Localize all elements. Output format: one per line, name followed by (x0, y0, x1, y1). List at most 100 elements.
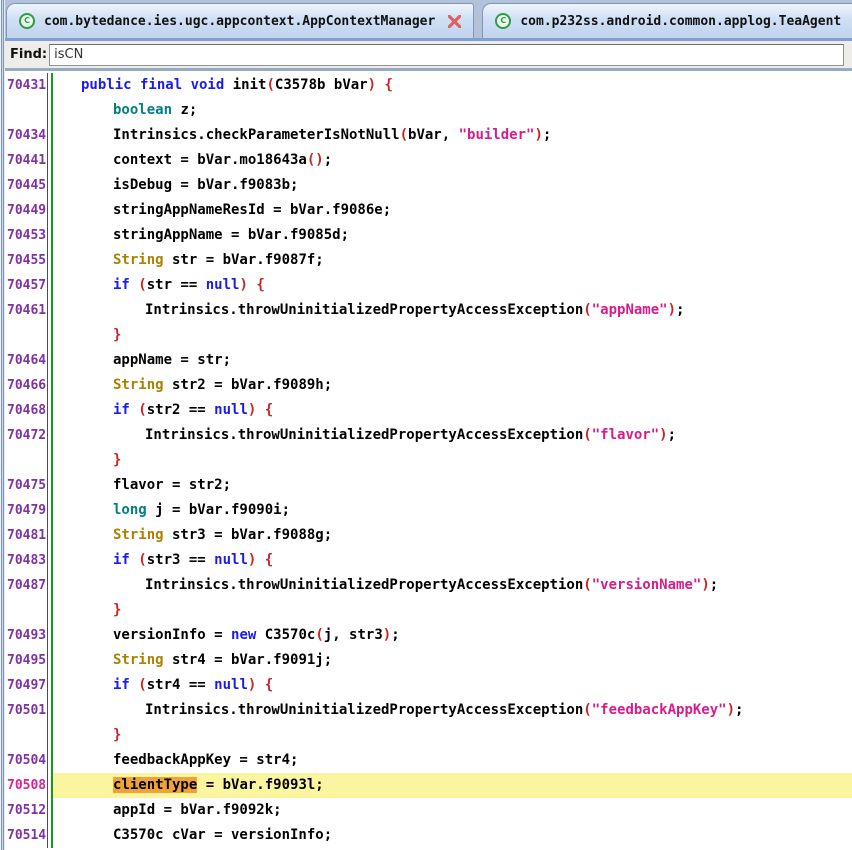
line-number: 70481 (5, 523, 48, 548)
code-text[interactable]: if (str3 == null) { (53, 548, 852, 573)
code-token: ) { (248, 402, 273, 418)
code-token: null (214, 402, 248, 418)
code-text[interactable]: } (53, 598, 852, 623)
code-token: if (113, 552, 130, 568)
code-token: ( (583, 302, 591, 318)
code-line: 70468if (str2 == null) { (5, 398, 852, 423)
code-text[interactable]: appName = str; (53, 348, 852, 373)
code-text[interactable]: String str = bVar.f9087f; (53, 248, 852, 273)
code-token: "feedbackAppKey" (592, 702, 727, 718)
code-area: 70431public final void init(C3578b bVar)… (5, 71, 852, 850)
code-text[interactable]: long j = bVar.f9090i; (53, 498, 852, 523)
code-text[interactable]: String str3 = bVar.f9088g; (53, 523, 852, 548)
code-token: ( (138, 402, 146, 418)
line-number (5, 448, 48, 473)
code-token: ( (138, 552, 146, 568)
code-text[interactable]: C3570c cVar = versionInfo; (53, 823, 852, 848)
code-text[interactable]: clientType = bVar.f9093l; (53, 773, 852, 798)
tab-appcontextmanager[interactable]: C com.bytedance.ies.ugc.appcontext.AppCo… (6, 3, 474, 38)
code-token: Intrinsics.checkParameterIsNotNull (113, 127, 400, 143)
code-text[interactable]: versionInfo = new C3570c(j, str3); (53, 623, 852, 648)
code-token: } (113, 602, 121, 618)
code-token: C3570c (256, 627, 315, 643)
code-token: str3 == (147, 552, 214, 568)
code-text[interactable]: Intrinsics.checkParameterIsNotNull(bVar,… (53, 123, 852, 148)
tab-bar: C com.bytedance.ies.ugc.appcontext.AppCo… (5, 0, 852, 38)
code-text[interactable]: Intrinsics.throwUninitializedPropertyAcc… (53, 423, 852, 448)
code-token: } (113, 327, 121, 343)
line-number: 70449 (5, 198, 48, 223)
code-line: } (5, 598, 852, 623)
code-line: 70479long j = bVar.f9090i; (5, 498, 852, 523)
code-token: "appName" (592, 302, 668, 318)
code-token: if (113, 277, 130, 293)
tab-teaagent[interactable]: C com.p232ss.android.common.applog.TeaAg… (482, 3, 852, 38)
line-number: 70475 (5, 473, 48, 498)
close-tab-icon[interactable] (448, 15, 461, 28)
code-token: String (113, 652, 164, 668)
code-token: C3570c cVar = versionInfo; (113, 827, 332, 843)
code-token: ; (735, 702, 743, 718)
code-text[interactable]: String str4 = bVar.f9091j; (53, 648, 852, 673)
code-text[interactable]: Intrinsics.throwUninitializedPropertyAcc… (53, 698, 852, 723)
code-token: String (113, 377, 164, 393)
code-line: 70431public final void init(C3578b bVar)… (5, 73, 852, 98)
code-text[interactable]: public final void init(C3578b bVar) { (53, 73, 852, 98)
code-token: appId = bVar.f9092k; (113, 802, 282, 818)
line-number: 70464 (5, 348, 48, 373)
code-line: 70457if (str == null) { (5, 273, 852, 298)
code-token: context = bVar.mo18643a (113, 152, 307, 168)
code-token: ) (727, 702, 735, 718)
code-line: 70497if (str4 == null) { (5, 673, 852, 698)
code-token: long (113, 502, 147, 518)
code-text[interactable]: } (53, 323, 852, 348)
code-text[interactable]: if (str2 == null) { (53, 398, 852, 423)
code-text[interactable]: context = bVar.mo18643a(); (53, 148, 852, 173)
code-text[interactable]: stringAppName = bVar.f9085d; (53, 223, 852, 248)
line-number: 70468 (5, 398, 48, 423)
code-line: 70493versionInfo = new C3570c(j, str3); (5, 623, 852, 648)
code-text[interactable]: isDebug = bVar.f9083b; (53, 173, 852, 198)
code-text[interactable]: stringAppNameResId = bVar.f9086e; (53, 198, 852, 223)
code-text[interactable]: feedbackAppKey = str4; (53, 748, 852, 773)
code-token: } (113, 452, 121, 468)
code-text[interactable]: String str2 = bVar.f9089h; (53, 373, 852, 398)
code-line: } (5, 723, 852, 748)
code-token: public final void (81, 77, 224, 93)
code-token: j, str3 (324, 627, 383, 643)
code-token: ( (583, 427, 591, 443)
line-number (5, 98, 48, 123)
search-match-highlight: clientType (113, 777, 197, 793)
code-line: 70449stringAppNameResId = bVar.f9086e; (5, 198, 852, 223)
line-number: 70445 (5, 173, 48, 198)
code-text[interactable]: } (53, 448, 852, 473)
code-line: 70453stringAppName = bVar.f9085d; (5, 223, 852, 248)
code-text[interactable]: Intrinsics.throwUninitializedPropertyAcc… (53, 573, 852, 598)
code-text[interactable]: flavor = str2; (53, 473, 852, 498)
code-token: new (231, 627, 256, 643)
code-token: null (206, 277, 240, 293)
code-token: str4 = bVar.f9091j; (164, 652, 333, 668)
code-text[interactable]: appId = bVar.f9092k; (53, 798, 852, 823)
code-text[interactable]: Intrinsics.throwUninitializedPropertyAcc… (53, 298, 852, 323)
code-token: ; (391, 627, 399, 643)
code-line: 70434Intrinsics.checkParameterIsNotNull(… (5, 123, 852, 148)
find-input[interactable] (49, 44, 844, 66)
code-text[interactable]: boolean z; (53, 98, 852, 123)
line-number: 70434 (5, 123, 48, 148)
line-number: 70479 (5, 498, 48, 523)
code-token: isDebug = bVar.f9083b; (113, 177, 298, 193)
code-text[interactable]: if (str == null) { (53, 273, 852, 298)
decompiler-window: C com.bytedance.ies.ugc.appcontext.AppCo… (5, 0, 852, 850)
tab-label: com.bytedance.ies.ugc.appcontext.AppCont… (44, 14, 435, 29)
code-line: 70514C3570c cVar = versionInfo; (5, 823, 852, 848)
code-token: ( (138, 677, 146, 693)
code-text[interactable]: if (str4 == null) { (53, 673, 852, 698)
tab-label: com.p232ss.android.common.applog.TeaAgen… (520, 14, 841, 29)
find-label: Find: (10, 47, 47, 62)
code-token: z; (172, 102, 197, 118)
code-text[interactable]: } (53, 723, 852, 748)
code-token: str == (147, 277, 206, 293)
code-token: "versionName" (592, 577, 702, 593)
code-token: versionInfo = (113, 627, 231, 643)
